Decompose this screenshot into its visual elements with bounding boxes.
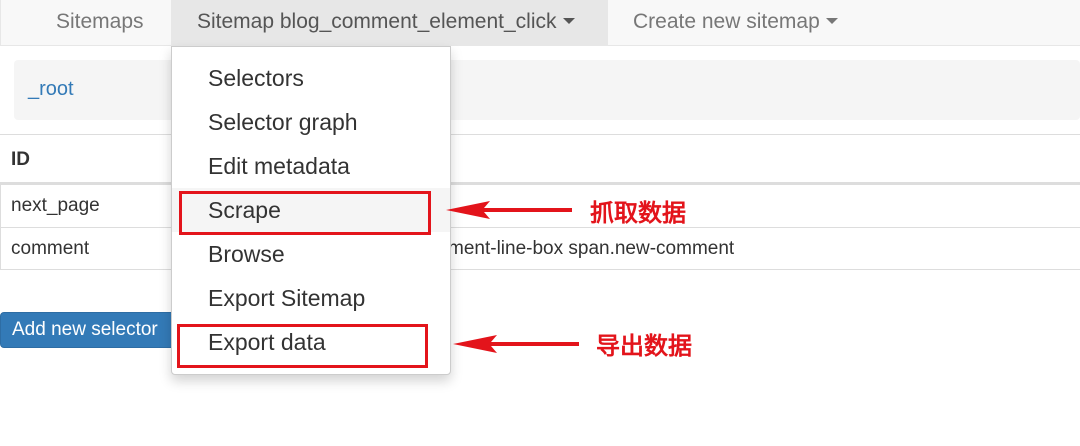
column-header-id: ID (11, 149, 30, 170)
menu-item-selector-graph[interactable]: Selector graph (172, 100, 450, 144)
nav-current-sitemap-dropdown[interactable]: Sitemap blog_comment_element_click (171, 0, 608, 46)
export-annotation-text: 导出数据 (596, 332, 692, 360)
row-id: next_page (11, 195, 100, 216)
menu-item-label: Edit metadata (208, 153, 350, 179)
row-border (0, 185, 1, 227)
row-selector: ment-line-box span.new-comment (448, 238, 735, 259)
add-new-selector-button[interactable]: Add new selector (0, 312, 180, 348)
row-border (0, 228, 1, 269)
breadcrumb-root-link[interactable]: _root (28, 78, 74, 101)
table-header-row: ID (0, 134, 1080, 184)
menu-item-label: Selector graph (208, 109, 358, 135)
left-arrow-icon (446, 200, 572, 220)
row-id: comment (11, 238, 90, 259)
nav-sitemaps-label: Sitemaps (56, 10, 144, 33)
scrape-annotation-text: 抓取数据 (590, 199, 686, 227)
menu-item-label: Browse (208, 241, 285, 267)
left-arrow-icon (453, 334, 579, 354)
navbar: Sitemaps Sitemap blog_comment_element_cl… (0, 0, 1080, 46)
nav-create-sitemap-label: Create new sitemap (633, 10, 820, 33)
export-data-highlight-box (177, 324, 428, 368)
nav-sitemaps[interactable]: Sitemaps (56, 0, 144, 46)
menu-item-edit-metadata[interactable]: Edit metadata (172, 144, 450, 188)
menu-item-export-sitemap[interactable]: Export Sitemap (172, 276, 450, 320)
scrape-highlight-box (179, 191, 431, 235)
table-row[interactable]: comment ment-line-box span.new-comment (0, 227, 1080, 270)
menu-item-browse[interactable]: Browse (172, 232, 450, 276)
menu-item-label: Selectors (208, 65, 304, 91)
caret-down-icon (562, 17, 575, 24)
add-new-selector-label: Add new selector (12, 319, 158, 340)
menu-item-label: Export Sitemap (208, 285, 366, 311)
menu-item-selectors[interactable]: Selectors (172, 56, 450, 100)
nav-create-sitemap-dropdown[interactable]: Create new sitemap (633, 0, 838, 46)
caret-down-icon (825, 17, 838, 24)
nav-current-sitemap-label: Sitemap blog_comment_element_click (197, 10, 557, 33)
